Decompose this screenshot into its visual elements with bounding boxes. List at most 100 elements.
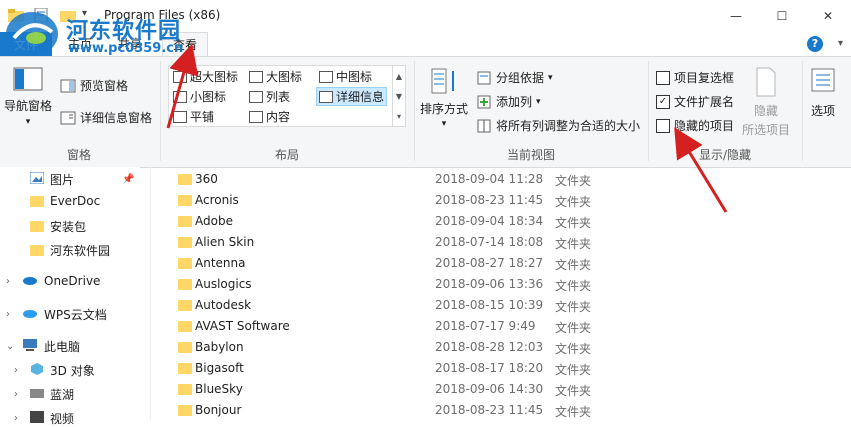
tiles-icon bbox=[173, 110, 187, 123]
file-row[interactable]: BlueSky 2018-09-06 14:30 文件夹 bbox=[160, 379, 851, 400]
navigation-pane: 图片 📌 EverDoc 安装包 河东软件园 › OneDrive › WPS云文档… bbox=[0, 167, 140, 426]
file-row[interactable]: Bonjour 2018-08-23 11:45 文件夹 bbox=[160, 400, 851, 421]
file-extensions-label: 文件扩展名 bbox=[674, 95, 735, 109]
minimize-button[interactable]: — bbox=[713, 0, 759, 32]
help-icon[interactable]: ? bbox=[807, 36, 823, 52]
file-row[interactable]: AVAST Software 2018-07-17 9:49 文件夹 bbox=[160, 316, 851, 337]
folder-icon bbox=[30, 245, 44, 256]
scroll-down-icon[interactable]: ▼ bbox=[396, 92, 402, 101]
hidden-items-checkbox[interactable] bbox=[656, 118, 670, 133]
layout-content[interactable]: 内容 bbox=[249, 108, 290, 125]
layout-gallery-scroll[interactable]: ▲ ▼ ▾ bbox=[392, 66, 405, 126]
file-extensions-checkbox[interactable]: ✓ bbox=[656, 94, 670, 109]
chevron-right-icon[interactable]: › bbox=[6, 309, 16, 320]
nav-item-videos[interactable]: › 视频 bbox=[14, 410, 74, 427]
file-row[interactable]: 360 2018-09-04 11:28 文件夹 bbox=[160, 169, 851, 190]
file-type: 文件夹 bbox=[555, 279, 592, 293]
nav-item-onedrive[interactable]: › OneDrive bbox=[6, 274, 100, 288]
layout-option-label: 小图标 bbox=[190, 90, 227, 104]
content-icon bbox=[249, 110, 263, 123]
sort-by-label: 排序方式 bbox=[420, 102, 469, 116]
nav-label: WPS云文档 bbox=[44, 308, 107, 322]
scroll-up-icon[interactable]: ▲ bbox=[396, 72, 402, 81]
file-row[interactable]: Acronis 2018-08-23 11:45 文件夹 bbox=[160, 190, 851, 211]
hidden-items-option[interactable]: 隐藏的项目 bbox=[656, 117, 734, 134]
group-by-button[interactable]: 分组依据 ▾ bbox=[476, 69, 553, 86]
drive-icon bbox=[30, 387, 44, 402]
gallery-more-icon[interactable]: ▾ bbox=[397, 112, 401, 121]
file-extensions-option[interactable]: ✓ 文件扩展名 bbox=[656, 93, 734, 110]
layout-details[interactable]: 详细信息 bbox=[316, 87, 388, 106]
nav-label: EverDoc bbox=[50, 194, 101, 208]
file-row[interactable]: Bigasoft 2018-08-17 18:20 文件夹 bbox=[160, 358, 851, 379]
nav-item-everdoc[interactable]: EverDoc bbox=[30, 194, 100, 208]
file-type: 文件夹 bbox=[555, 363, 592, 377]
nav-item-pictures[interactable]: 图片 📌 bbox=[29, 171, 134, 188]
file-row[interactable]: Autodesk 2018-08-15 10:39 文件夹 bbox=[160, 295, 851, 316]
file-row[interactable]: Babylon 2018-08-28 12:03 文件夹 bbox=[160, 337, 851, 358]
pane-divider[interactable] bbox=[150, 167, 151, 420]
chevron-down-icon[interactable]: ⌄ bbox=[6, 341, 16, 352]
nav-pane-button[interactable]: 导航窗格 ▾ bbox=[4, 67, 52, 127]
file-type: 文件夹 bbox=[555, 321, 592, 335]
nav-item-hedong[interactable]: 河东软件园 bbox=[30, 242, 110, 259]
sort-by-button[interactable]: 排序方式 ▾ bbox=[420, 67, 468, 129]
options-button[interactable]: 选项 bbox=[810, 67, 836, 119]
chevron-right-icon[interactable]: › bbox=[6, 276, 16, 287]
chevron-right-icon[interactable]: › bbox=[14, 413, 24, 424]
item-checkboxes-label: 项目复选框 bbox=[674, 71, 735, 85]
file-row[interactable]: Antenna 2018-08-27 18:27 文件夹 bbox=[160, 253, 851, 274]
nav-label: 安装包 bbox=[50, 220, 87, 234]
show-hide-group-label: 显示/隐藏 bbox=[698, 148, 752, 162]
nav-item-3d-objects[interactable]: › 3D 对象 bbox=[14, 362, 95, 379]
file-name: Adobe bbox=[195, 214, 233, 228]
nav-label: 河东软件园 bbox=[50, 244, 111, 258]
file-type: 文件夹 bbox=[555, 384, 592, 398]
show-hide-group: 项目复选框 ✓ 文件扩展名 隐藏的项目 隐藏 所选项目 显示/隐藏 bbox=[650, 57, 800, 167]
details-pane-button[interactable]: 详细信息窗格 bbox=[60, 109, 152, 126]
item-checkboxes-checkbox[interactable] bbox=[656, 70, 670, 85]
nav-item-lanhu[interactable]: › 蓝湖 bbox=[14, 386, 74, 403]
layout-list[interactable]: 列表 bbox=[249, 88, 290, 105]
folder-icon bbox=[178, 342, 192, 353]
size-all-columns-label: 将所有列调整为合适的大小 bbox=[496, 119, 641, 133]
file-name: AVAST Software bbox=[195, 319, 290, 333]
add-columns-button[interactable]: 添加列 ▾ bbox=[476, 93, 541, 110]
file-modified-date: 2018-07-17 9:49 bbox=[435, 319, 536, 333]
nav-pane-label: 导航窗格 bbox=[4, 99, 53, 113]
file-row[interactable]: Adobe 2018-09-04 18:34 文件夹 bbox=[160, 211, 851, 232]
preview-pane-label: 预览窗格 bbox=[80, 79, 129, 93]
file-type: 文件夹 bbox=[555, 216, 592, 230]
expand-ribbon-icon[interactable]: ▾ bbox=[838, 38, 843, 49]
chevron-right-icon[interactable]: › bbox=[14, 389, 24, 400]
file-row[interactable]: Auslogics 2018-09-06 13:36 文件夹 bbox=[160, 274, 851, 295]
file-row[interactable]: Alien Skin 2018-07-14 18:08 文件夹 bbox=[160, 232, 851, 253]
layout-large-icons[interactable]: 大图标 bbox=[249, 68, 302, 85]
ribbon-separator bbox=[648, 61, 649, 161]
pin-icon[interactable]: 📌 bbox=[122, 174, 134, 185]
layout-tiles[interactable]: 平铺 bbox=[173, 108, 214, 125]
folder-icon bbox=[178, 363, 192, 374]
nav-item-this-pc[interactable]: ⌄ 此电脑 bbox=[6, 338, 80, 355]
nav-item-installers[interactable]: 安装包 bbox=[30, 218, 86, 235]
file-modified-date: 2018-09-06 13:36 bbox=[435, 277, 544, 291]
current-view-group-label: 当前视图 bbox=[506, 148, 555, 162]
layout-medium-icons[interactable]: 中图标 bbox=[319, 68, 372, 85]
nav-pane-icon bbox=[13, 67, 43, 94]
chevron-right-icon[interactable]: › bbox=[14, 365, 24, 376]
panes-group-label: 窗格 bbox=[66, 148, 91, 162]
file-type: 文件夹 bbox=[555, 258, 592, 272]
layout-extra-large-icons[interactable]: 超大图标 bbox=[173, 68, 238, 85]
item-checkboxes-option[interactable]: 项目复选框 bbox=[656, 69, 734, 86]
layout-group-label: 布局 bbox=[274, 148, 299, 162]
maximize-button[interactable]: ☐ bbox=[759, 0, 805, 32]
group-by-label: 分组依据 bbox=[496, 71, 545, 85]
details-pane-icon bbox=[60, 110, 76, 126]
hide-selected-button[interactable]: 隐藏 所选项目 bbox=[742, 67, 790, 138]
nav-item-wps[interactable]: › WPS云文档 bbox=[6, 306, 107, 323]
size-all-columns-button[interactable]: 将所有列调整为合适的大小 bbox=[476, 117, 640, 134]
nav-label: OneDrive bbox=[44, 274, 101, 288]
layout-small-icons[interactable]: 小图标 bbox=[173, 88, 226, 105]
close-button[interactable]: ✕ bbox=[805, 0, 851, 32]
preview-pane-button[interactable]: 预览窗格 bbox=[60, 77, 128, 94]
